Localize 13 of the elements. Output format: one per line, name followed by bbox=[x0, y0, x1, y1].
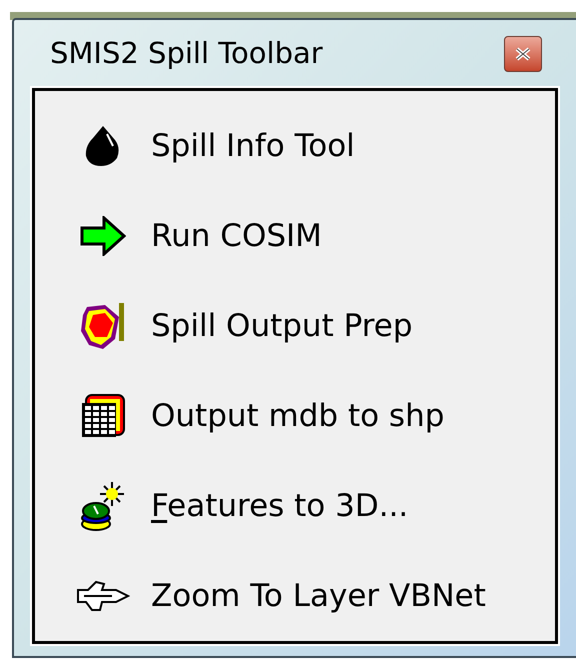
tool-button[interactable]: Features to 3D... bbox=[75, 461, 555, 551]
airplane-icon bbox=[76, 578, 130, 614]
tool-button[interactable]: Output mdb to shp bbox=[75, 371, 555, 461]
blob-icon bbox=[79, 301, 127, 351]
window-title: SMIS2 Spill Toolbar bbox=[50, 35, 323, 72]
tool-button[interactable]: Spill Output Prep bbox=[75, 281, 555, 371]
close-icon bbox=[515, 47, 531, 61]
tool-button[interactable]: Run COSIM bbox=[75, 191, 555, 281]
close-button[interactable] bbox=[504, 36, 542, 72]
tool-button[interactable]: Spill Info Tool bbox=[75, 101, 555, 191]
tool-button[interactable]: Zoom To Layer VBNet bbox=[75, 551, 555, 641]
spreadsheet-icon bbox=[80, 393, 126, 439]
arrow-icon bbox=[80, 216, 126, 256]
